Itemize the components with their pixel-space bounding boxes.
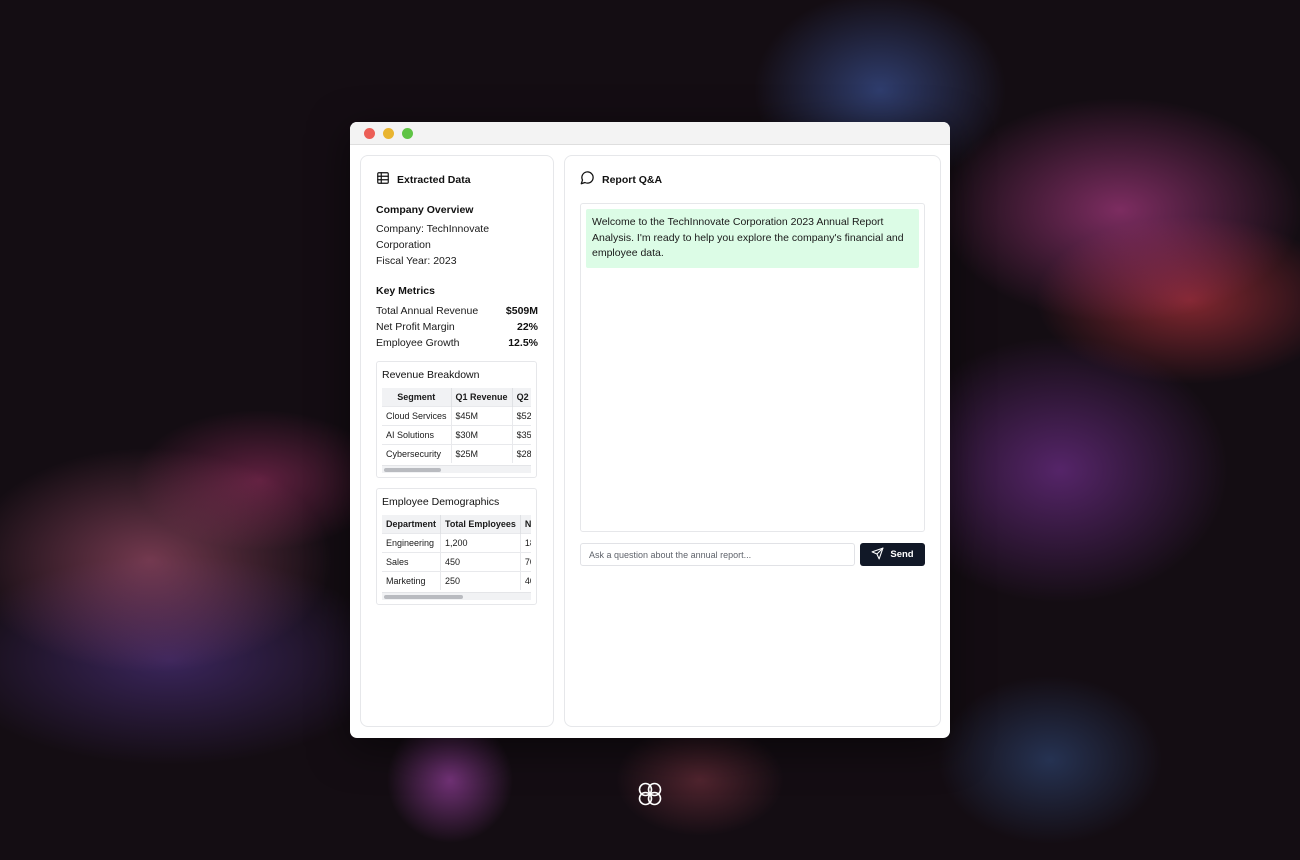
key-metrics-list: Total Annual Revenue $509M Net Profit Ma… — [376, 303, 538, 351]
table-row: Cybersecurity $25M $28M — [382, 443, 531, 463]
assistant-message: Welcome to the TechInnovate Corporation … — [586, 209, 919, 268]
table-cell: 40 — [520, 570, 531, 590]
column-header: Segment — [382, 388, 452, 406]
table-cell: $35M — [512, 424, 531, 444]
table-icon — [376, 171, 390, 190]
table-cell: 180 — [520, 532, 531, 552]
report-qa-header: Report Q&A — [580, 170, 925, 190]
chat-input-row: Send — [580, 543, 925, 566]
table-cell: $30M — [451, 424, 513, 444]
metric-value: 12.5% — [508, 337, 538, 349]
table-cell: 450 — [440, 551, 521, 571]
table-cell: $28M — [512, 443, 531, 463]
table-row: Marketing 250 40 — [382, 570, 531, 590]
extracted-data-title: Extracted Data — [397, 174, 471, 186]
table-cell: Sales — [382, 551, 442, 571]
report-qa-title: Report Q&A — [602, 174, 663, 186]
metric-row: Employee Growth 12.5% — [376, 335, 538, 351]
question-input[interactable] — [580, 543, 855, 566]
column-header: Total Employees — [440, 515, 521, 533]
fiscal-year: Fiscal Year: 2023 — [376, 255, 457, 267]
company-name: Company: TechInnovate Corporation — [376, 223, 490, 251]
metric-label: Employee Growth — [376, 337, 460, 349]
table-cell: $45M — [451, 405, 513, 425]
metric-label: Total Annual Revenue — [376, 305, 479, 317]
column-header: Department — [382, 515, 442, 533]
scrollbar-thumb[interactable] — [384, 595, 463, 599]
table-cell: Marketing — [382, 570, 442, 590]
employee-table-scroll[interactable]: Department Total Employees New Hires Eng… — [382, 515, 531, 590]
app-window: Extracted Data Company Overview Company:… — [350, 122, 950, 738]
extracted-data-panel: Extracted Data Company Overview Company:… — [360, 155, 554, 727]
revenue-breakdown-card: Revenue Breakdown Segment Q1 Revenue Q2 … — [376, 361, 537, 478]
table-cell: 70 — [520, 551, 531, 571]
app-logo-icon — [637, 781, 663, 807]
send-icon — [871, 547, 884, 563]
minimize-window-button[interactable] — [383, 127, 394, 139]
table-cell: $52M — [512, 405, 531, 425]
table-cell: AI Solutions — [382, 424, 452, 444]
metric-row: Net Profit Margin 22% — [376, 319, 538, 335]
report-qa-panel: Report Q&A Welcome to the TechInnovate C… — [564, 155, 941, 727]
column-header: Q2 Revenue — [512, 388, 531, 406]
table-cell: 250 — [440, 570, 521, 590]
employee-table-scrollbar[interactable] — [382, 592, 531, 600]
column-header: New Hires — [520, 515, 531, 533]
chat-messages[interactable]: Welcome to the TechInnovate Corporation … — [580, 203, 925, 532]
table-cell: Cybersecurity — [382, 443, 452, 463]
revenue-breakdown-title: Revenue Breakdown — [382, 369, 480, 381]
revenue-table-scroll[interactable]: Segment Q1 Revenue Q2 Revenue Cloud Serv… — [382, 388, 531, 463]
metric-label: Net Profit Margin — [376, 321, 455, 333]
metric-value: 22% — [516, 321, 538, 333]
send-button[interactable]: Send — [860, 543, 925, 566]
close-window-button[interactable] — [364, 127, 375, 139]
key-metrics-heading: Key Metrics — [376, 285, 435, 297]
table-row: Sales 450 70 — [382, 551, 531, 571]
table-cell: 1,200 — [440, 532, 521, 552]
table-row: Cloud Services $45M $52M — [382, 405, 531, 425]
table-row: AI Solutions $30M $35M — [382, 424, 531, 444]
title-bar — [350, 122, 950, 145]
send-label: Send — [890, 549, 914, 560]
message-circle-icon — [580, 170, 595, 190]
table-cell: $25M — [451, 443, 513, 463]
maximize-window-button[interactable] — [402, 127, 413, 139]
employee-demographics-title: Employee Demographics — [382, 496, 500, 508]
extracted-data-header: Extracted Data — [376, 171, 538, 190]
column-header: Q1 Revenue — [451, 388, 513, 406]
company-overview-heading: Company Overview — [376, 204, 474, 216]
employee-table: Department Total Employees New Hires Eng… — [382, 515, 531, 590]
table-cell: Engineering — [382, 532, 442, 552]
revenue-table-scrollbar[interactable] — [382, 465, 531, 473]
scrollbar-thumb[interactable] — [384, 468, 441, 472]
metric-row: Total Annual Revenue $509M — [376, 303, 538, 319]
table-row: Engineering 1,200 180 — [382, 532, 531, 552]
metric-value: $509M — [505, 305, 538, 317]
revenue-table: Segment Q1 Revenue Q2 Revenue Cloud Serv… — [382, 388, 531, 463]
table-cell: Cloud Services — [382, 405, 452, 425]
employee-demographics-card: Employee Demographics Department Total E… — [376, 488, 537, 605]
